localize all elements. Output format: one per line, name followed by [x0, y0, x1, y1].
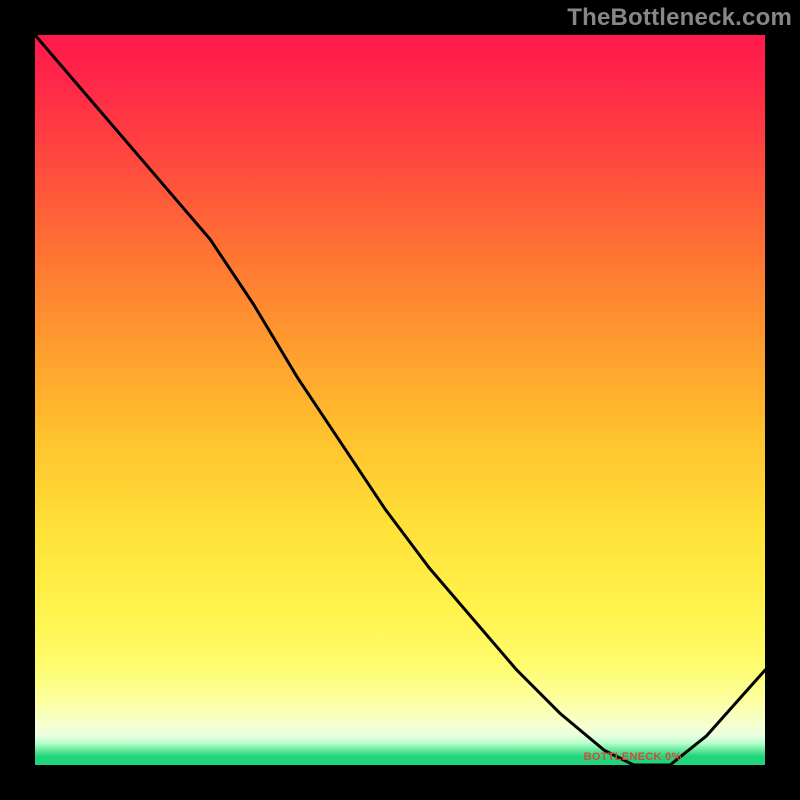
chart-canvas: TheBottleneck.com BOTTLENECK 0%: [0, 0, 800, 800]
watermark-text: TheBottleneck.com: [567, 4, 792, 32]
heat-gradient: [35, 35, 765, 765]
plot-area: BOTTLENECK 0%: [35, 35, 765, 765]
